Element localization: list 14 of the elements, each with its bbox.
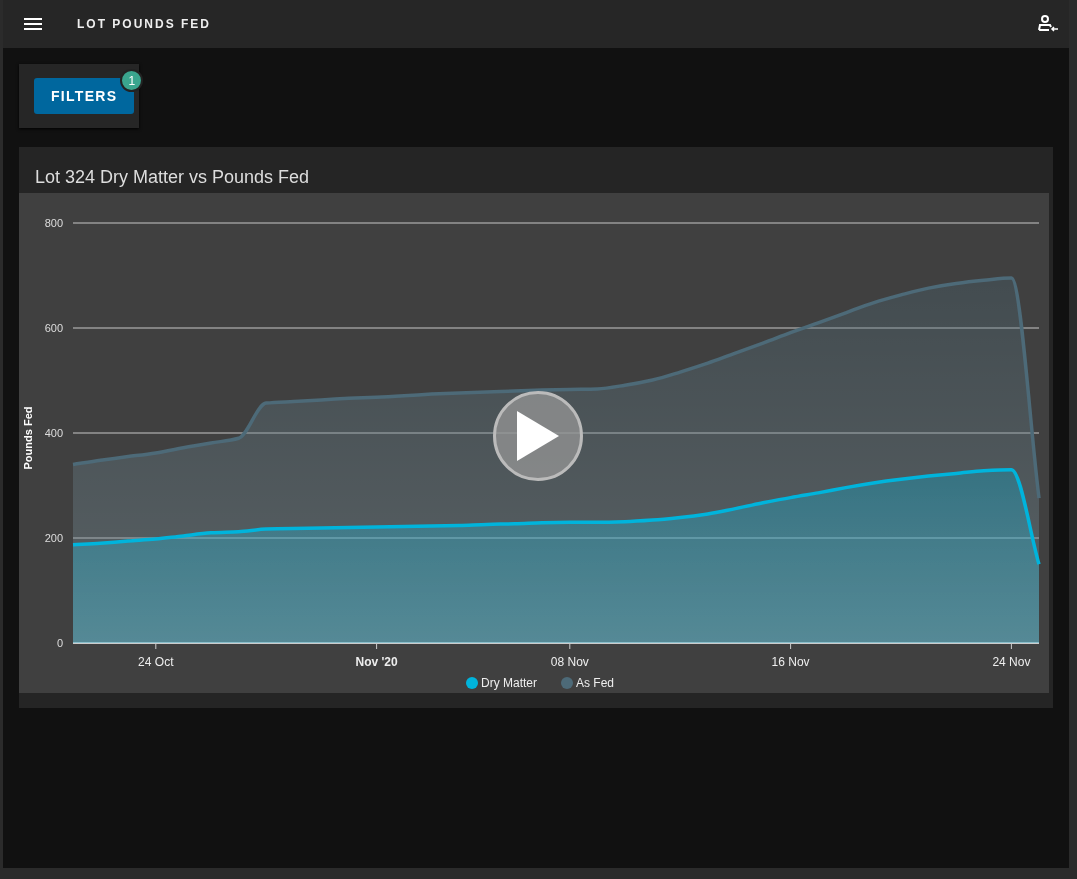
chart-title: Lot 324 Dry Matter vs Pounds Fed [34,166,311,189]
y-axis-title: Pounds Fed [22,406,34,470]
x-axis-label: 16 Nov [771,655,810,669]
x-axis-label: 24 Oct [138,655,174,669]
y-axis-label: 400 [44,427,63,439]
y-axis-label: 800 [44,217,63,229]
x-axis-label: 24 Nov [992,655,1031,669]
x-axis-label: 08 Nov [550,655,589,669]
y-axis-label: 0 [56,637,63,649]
filter-count-badge: 1 [120,69,144,92]
y-axis-label: 600 [44,322,63,334]
y-axis-label: 200 [44,532,63,544]
x-axis-label: Nov '20 [355,655,398,669]
page-title: LOT POUNDS FED [77,17,212,31]
